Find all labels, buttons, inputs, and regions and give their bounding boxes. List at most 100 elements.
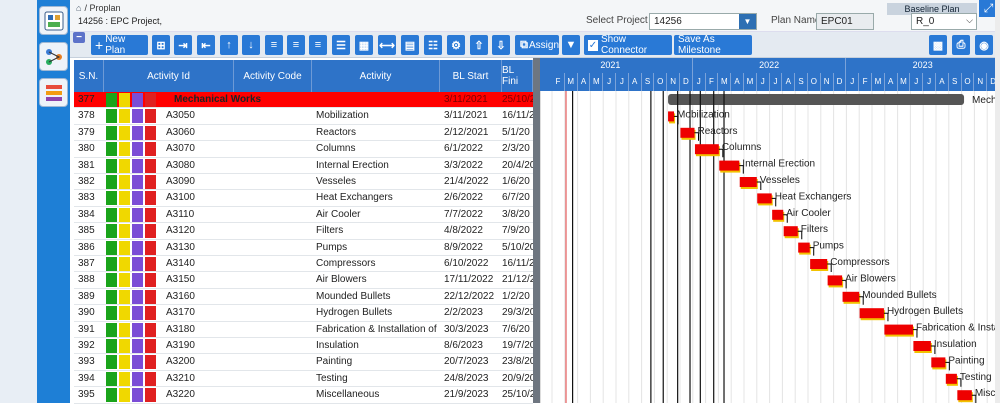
select-project-label: Select Project : (586, 15, 654, 26)
cell-activity: Internal Erection (316, 159, 389, 171)
settings-icon[interactable]: ⚙ (447, 35, 465, 55)
add-row-icon[interactable]: ⊞ (152, 35, 170, 55)
cell-sn: 383 (78, 192, 95, 204)
select-project-dropdown[interactable]: 14256 ▼ (649, 13, 757, 30)
gantt-canvas: MechanMobilizationReactorsColumnsInterna… (540, 91, 1000, 403)
move-down-icon[interactable]: ↓ (242, 35, 260, 55)
cell-activity-id: A3150 (166, 274, 195, 286)
new-plan-button[interactable]: + New Plan (91, 34, 148, 56)
cell-sn: 391 (78, 323, 95, 335)
upload-icon[interactable]: ⇧ (470, 35, 488, 55)
print-icon[interactable]: ⎙ (952, 35, 970, 55)
table-row[interactable]: 388 A3150 Air Blowers 17/11/2022 21/12/20 (74, 272, 533, 289)
cell-bl-finish: 25/10/20 (502, 94, 533, 105)
table-row[interactable]: 389 A3160 Mounded Bullets 22/12/2022 1/2/20 (74, 289, 533, 306)
status-flag (119, 240, 130, 255)
status-flag (145, 109, 156, 124)
view-icon[interactable]: ◉ (975, 35, 993, 55)
table-row[interactable]: 382 A3090 Vesseles 21/4/2022 1/6/20 (74, 174, 533, 191)
nav-network-button[interactable] (39, 42, 68, 71)
table-row[interactable]: 385 A3120 Filters 4/8/2022 7/9/20 (74, 223, 533, 240)
column-bl-start[interactable]: BL Start (440, 60, 502, 92)
status-flag (145, 125, 156, 140)
resource-icon[interactable]: ☷ (424, 35, 442, 55)
cell-activity: Miscellaneous (316, 389, 380, 401)
table-row[interactable]: 393 A3200 Painting 20/7/2023 23/8/20 (74, 354, 533, 371)
indent-icon[interactable]: ⇥ (174, 35, 192, 55)
table-row[interactable]: 391 A3180 Fabrication & Installation of Pl… (74, 322, 533, 338)
cell-activity: Pumps (316, 241, 348, 253)
calendar-icon[interactable]: ▦ (355, 35, 373, 55)
cell-activity: Fabrication & Installation of Pla (316, 323, 438, 335)
download-icon[interactable]: ⇩ (492, 35, 510, 55)
align-right-icon[interactable]: ≡ (309, 35, 327, 55)
align-left-icon[interactable]: ≡ (265, 35, 283, 55)
project-title: 14256 : EPC Project, (78, 16, 163, 26)
gantt-month-label: M (872, 73, 885, 91)
cell-activity: Testing (316, 372, 348, 384)
gantt-year-label: 2021 (540, 58, 693, 73)
table-row[interactable]: 384 A3110 Air Cooler 7/7/2022 3/8/20 (74, 207, 533, 224)
outdent-icon[interactable]: ⇤ (197, 35, 215, 55)
table-row[interactable]: 390 A3170 Hydrogen Bullets 2/2/2023 29/3/20 (74, 305, 533, 322)
status-flag (119, 371, 130, 386)
task-bar (931, 357, 946, 368)
hierarchy-icon[interactable]: ☰ (332, 35, 350, 55)
minus-icon[interactable]: − (73, 32, 85, 43)
status-flag (119, 306, 130, 321)
scrollbar[interactable] (995, 0, 1000, 403)
column-activity-code[interactable]: Activity Code (234, 60, 312, 92)
nav-dashboard-button[interactable] (39, 6, 68, 35)
column-bl-finish[interactable]: BL Fini (502, 60, 533, 92)
move-up-icon[interactable]: ↑ (220, 35, 238, 55)
status-flag (145, 322, 156, 337)
status-flag (106, 371, 117, 386)
save-as-milestone-button[interactable]: Save As Milestone (674, 34, 752, 56)
cell-sn: 390 (78, 307, 95, 319)
gantt-year-label: 2022 (693, 58, 847, 73)
table-row[interactable]: 386 A3130 Pumps 8/9/2022 5/10/20 (74, 240, 533, 256)
align-center-icon[interactable]: ≡ (287, 35, 305, 55)
table-row[interactable]: 378 A3050 Mobilization 3/11/2021 16/11/20 (74, 108, 533, 125)
chart-icon[interactable]: ▤ (401, 35, 419, 55)
column-activity-id[interactable]: Activity Id (104, 60, 234, 92)
table-row[interactable]: 392 A3190 Insulation 8/6/2023 19/7/20 (74, 338, 533, 355)
grid-header: S.N. Activity Id Activity Code Activity … (74, 60, 533, 92)
summary-row[interactable]: 377 Mechanical Works 3/11/2021 25/10/20 (74, 92, 533, 109)
table-row[interactable]: 395 A3220 Miscellaneous 21/9/2023 25/10/20 (74, 387, 533, 404)
show-connector-toggle[interactable]: ✓ Show Connector (584, 34, 672, 56)
task-bar (680, 127, 695, 138)
home-icon[interactable]: ⌂ (76, 3, 81, 13)
column-activity[interactable]: Activity (312, 60, 440, 92)
gantt-month-label: N (821, 73, 834, 91)
cell-activity-id: A3210 (166, 372, 195, 384)
table-row[interactable]: 380 A3070 Columns 6/1/2022 2/3/20 (74, 141, 533, 158)
table-row[interactable]: 379 A3060 Reactors 2/12/2021 5/1/20 (74, 125, 533, 142)
status-flag (145, 339, 156, 353)
save-icon[interactable]: ▩ (929, 35, 947, 55)
plan-name-field[interactable]: EPC01 (816, 13, 874, 30)
splitter-handle[interactable] (533, 58, 540, 403)
cell-activity: Insulation (316, 340, 359, 351)
table-row[interactable]: 383 A3100 Heat Exchangers 2/6/2022 6/7/20 (74, 190, 533, 207)
breadcrumb-link[interactable]: / Proplan (84, 3, 120, 13)
task-bar-label: Columns (722, 142, 761, 153)
table-row[interactable]: 387 A3140 Compressors 6/10/2022 16/11/20 (74, 256, 533, 273)
header-bar: ⌂ / Proplan 14256 : EPC Project, Select P… (70, 0, 1000, 32)
filter-icon[interactable]: ▼ (562, 35, 580, 55)
task-bar-label: Heat Exchangers (775, 191, 852, 202)
baseline-select[interactable]: R_0 ⌵ (911, 13, 977, 30)
task-bar (957, 390, 972, 401)
assign-button[interactable]: Assign (529, 35, 559, 55)
nav-schedule-button[interactable] (39, 78, 68, 107)
column-sn[interactable]: S.N. (74, 60, 104, 92)
status-flag (106, 142, 117, 157)
status-flag (106, 322, 117, 337)
cell-bl-start: 21/9/2023 (444, 389, 489, 401)
status-flag (132, 355, 143, 370)
split-icon[interactable]: ⟷ (378, 35, 396, 55)
table-row[interactable]: 381 A3080 Internal Erection 3/3/2022 20/4/20 (74, 158, 533, 174)
gantt-month-label: A (731, 73, 744, 91)
table-row[interactable]: 394 A3210 Testing 24/8/2023 20/9/20 (74, 371, 533, 388)
task-bar-label: Painting (948, 355, 984, 366)
